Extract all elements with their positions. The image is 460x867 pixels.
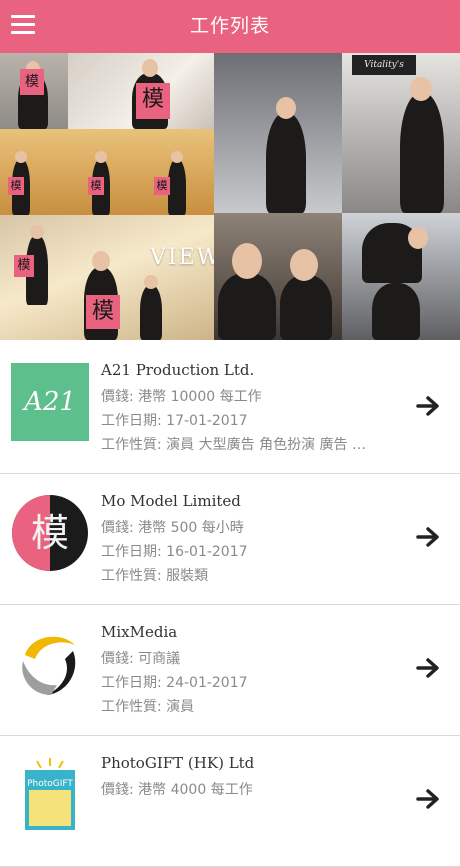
job-list-item[interactable]: PhotoGIFT PhotoGIFT (HK) Ltd 價錢: 港幣 4000…	[0, 736, 460, 867]
view-logo: VIEW	[150, 245, 214, 270]
job-list-item[interactable]: A21 A21 Production Ltd. 價錢: 港幣 10000 每工作…	[0, 343, 460, 474]
momodel-sign: 模	[88, 177, 104, 195]
job-date: 工作日期: 16-01-2017	[101, 544, 248, 560]
app-bar: 工作列表	[0, 0, 460, 53]
company-name: A21 Production Ltd.	[101, 361, 255, 379]
job-nature: 工作性質: 演員 大型廣告 角色扮演 廣告 …	[101, 437, 366, 453]
page-title: 工作列表	[189, 15, 270, 37]
momodel-sign: 模	[154, 177, 170, 195]
momodel-sign: 模	[86, 295, 120, 329]
company-name: PhotoGIFT (HK) Ltd	[101, 754, 255, 772]
job-list-item[interactable]: 模 Mo Model Limited 價錢: 港幣 500 每小時 工作日期: …	[0, 474, 460, 605]
banner-photo: 模	[68, 53, 214, 129]
banner-collage: 模 模 模 模 模 模 VIEW 模 Vitality's	[0, 53, 460, 340]
momodel-sign: 模	[136, 83, 170, 119]
banner-photo: Vitality's	[342, 53, 460, 213]
job-price: 價錢: 港幣 4000 每工作	[101, 782, 253, 798]
banner-photo	[214, 53, 342, 213]
job-price: 價錢: 可商議	[101, 651, 181, 667]
svg-text:PhotoGIFT: PhotoGIFT	[27, 779, 73, 789]
company-logo	[11, 625, 89, 703]
company-logo: PhotoGIFT	[11, 756, 89, 834]
svg-text:模: 模	[31, 511, 69, 555]
job-nature: 工作性質: 演員	[101, 699, 195, 715]
job-list: A21 A21 Production Ltd. 價錢: 港幣 10000 每工作…	[0, 343, 460, 867]
company-name: MixMedia	[101, 623, 178, 641]
store-sign: Vitality's	[352, 55, 416, 75]
momodel-sign: 模	[20, 69, 44, 95]
banner-photo: 模 VIEW 模	[0, 215, 214, 340]
arrow-right-icon[interactable]	[416, 657, 442, 679]
momodel-sign: 模	[8, 177, 24, 195]
momodel-sign: 模	[14, 255, 34, 277]
job-nature: 工作性質: 服裝類	[101, 568, 209, 584]
banner-photo	[214, 213, 342, 340]
banner-photo: 模	[0, 53, 68, 129]
job-price: 價錢: 港幣 10000 每工作	[101, 389, 262, 405]
job-list-item[interactable]: MixMedia 價錢: 可商議 工作日期: 24-01-2017 工作性質: …	[0, 605, 460, 736]
arrow-right-icon[interactable]	[416, 526, 442, 548]
banner-photo: 模 模 模	[0, 129, 214, 215]
arrow-right-icon[interactable]	[416, 395, 442, 417]
job-date: 工作日期: 24-01-2017	[101, 675, 248, 691]
job-price: 價錢: 港幣 500 每小時	[101, 520, 244, 536]
company-logo: A21	[11, 363, 89, 441]
job-date: 工作日期: 17-01-2017	[101, 413, 248, 429]
company-logo: 模	[11, 494, 89, 572]
banner-photo	[342, 213, 460, 340]
arrow-right-icon[interactable]	[416, 788, 442, 810]
company-name: Mo Model Limited	[101, 492, 241, 510]
